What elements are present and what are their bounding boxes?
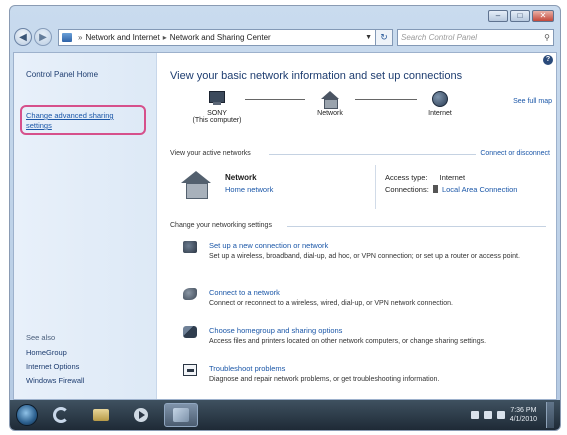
breadcrumb-network-internet[interactable]: Network and Internet — [85, 33, 159, 42]
help-icon[interactable]: ? — [543, 55, 553, 65]
see-also-label: See also — [26, 333, 56, 342]
search-input[interactable]: Search Control Panel ⚲ — [397, 28, 554, 46]
close-button[interactable]: ✕ — [532, 10, 554, 22]
address-dropdown-icon[interactable]: ▼ — [365, 34, 375, 41]
back-button[interactable]: ◀ — [14, 28, 32, 46]
network-tray-icon[interactable] — [483, 411, 492, 419]
network-label: Network — [317, 110, 343, 117]
taskbar-control-panel-button[interactable] — [164, 403, 198, 427]
network-map: SONY (This computer) Network Internet Se… — [187, 91, 552, 151]
task-desc: Set up a wireless, broadband, dial-up, a… — [209, 253, 520, 260]
task-desc: Diagnose and repair network problems, or… — [209, 376, 440, 383]
windows-firewall-link[interactable]: Windows Firewall — [26, 376, 84, 385]
computer-icon — [207, 91, 227, 107]
map-link-line — [245, 99, 305, 100]
folder-icon — [93, 409, 109, 421]
taskbar-ie-button[interactable] — [44, 403, 78, 427]
taskbar: 7:36 PM 4/1/2010 — [10, 400, 560, 430]
globe-icon — [432, 91, 448, 107]
task-desc: Access files and printers located on oth… — [209, 338, 487, 345]
map-node-network[interactable]: Network — [305, 91, 355, 117]
internet-options-link[interactable]: Internet Options — [26, 362, 79, 371]
networking-settings-header: Change your networking settings — [170, 222, 272, 229]
search-placeholder: Search Control Panel — [401, 32, 478, 42]
content-area: Control Panel Home Change advanced shari… — [13, 52, 557, 400]
minimize-button[interactable]: – — [488, 10, 508, 22]
vertical-divider — [375, 165, 376, 209]
connect-disconnect-link[interactable]: Connect or disconnect — [480, 150, 550, 157]
forward-button[interactable]: ▶ — [34, 28, 52, 46]
caption-buttons: – □ ✕ — [488, 10, 554, 22]
internet-label: Internet — [428, 110, 452, 117]
access-type-row: Access type: Internet — [385, 173, 465, 182]
control-panel-icon — [62, 32, 72, 42]
clock-date: 4/1/2010 — [509, 416, 537, 423]
computer-name: SONY — [207, 110, 227, 117]
connections-label: Connections: — [385, 185, 429, 194]
homegroup-icon — [183, 326, 197, 338]
flag-icon[interactable] — [496, 411, 505, 419]
section-divider — [269, 154, 476, 155]
network-house-icon — [179, 171, 213, 199]
connect-network-icon — [183, 288, 197, 300]
volume-icon[interactable] — [470, 411, 479, 419]
network-house-icon — [321, 91, 339, 109]
start-button[interactable] — [16, 404, 38, 426]
local-area-connection-link[interactable]: Local Area Connection — [442, 185, 517, 194]
task-title[interactable]: Set up a new connection or network — [209, 241, 328, 250]
task-title[interactable]: Choose homegroup and sharing options — [209, 326, 342, 335]
section-divider — [287, 226, 546, 227]
clock-time: 7:36 PM — [510, 407, 537, 414]
refresh-icon[interactable]: ↻ — [376, 28, 393, 46]
control-panel-icon — [173, 408, 189, 422]
main-pane: ? View your basic network information an… — [157, 53, 556, 399]
troubleshoot-icon — [183, 364, 197, 376]
clock[interactable]: 7:36 PM 4/1/2010 — [510, 406, 537, 424]
breadcrumb-separator-icon: » — [78, 32, 83, 42]
window: – □ ✕ ◀ ▶ » Network and Internet ▸ Netwo… — [9, 5, 561, 431]
page-title: View your basic network information and … — [170, 70, 463, 82]
map-node-internet[interactable]: Internet — [415, 91, 465, 117]
map-node-computer[interactable]: SONY (This computer) — [187, 91, 247, 124]
task-title[interactable]: Troubleshoot problems — [209, 364, 285, 373]
system-tray: 7:36 PM 4/1/2010 — [470, 402, 560, 428]
show-desktop-button[interactable] — [546, 402, 554, 428]
access-type-value: Internet — [439, 173, 466, 182]
network-name: Network — [225, 173, 257, 182]
address-bar[interactable]: » Network and Internet ▸ Network and Sha… — [58, 28, 376, 46]
internet-explorer-icon — [53, 407, 69, 423]
maximize-button[interactable]: □ — [510, 10, 530, 22]
left-pane: Control Panel Home Change advanced shari… — [14, 53, 157, 399]
new-connection-icon — [183, 241, 197, 253]
taskbar-media-button[interactable] — [124, 403, 158, 427]
computer-sub: (This computer) — [192, 117, 242, 124]
see-full-map-link[interactable]: See full map — [513, 98, 552, 105]
homegroup-link[interactable]: HomeGroup — [26, 348, 67, 357]
network-type-link[interactable]: Home network — [225, 185, 273, 194]
task-title[interactable]: Connect to a network — [209, 288, 280, 297]
active-networks-header: View your active networks — [170, 150, 251, 157]
breadcrumb-sharing-center[interactable]: Network and Sharing Center — [170, 33, 271, 42]
search-icon[interactable]: ⚲ — [544, 33, 550, 42]
local-area-connection-icon — [432, 185, 438, 193]
connections-row: Connections: Local Area Connection — [385, 185, 517, 194]
media-player-icon — [134, 408, 148, 422]
control-panel-home-link[interactable]: Control Panel Home — [26, 70, 98, 79]
task-desc: Connect or reconnect to a wireless, wire… — [209, 300, 453, 307]
access-type-label: Access type: — [385, 173, 428, 182]
taskbar-explorer-button[interactable] — [84, 403, 118, 427]
breadcrumb-separator-icon: ▸ — [162, 32, 167, 42]
advanced-sharing-link[interactable]: Change advanced sharing settings — [26, 111, 136, 131]
address-row: ◀ ▶ » Network and Internet ▸ Network and… — [14, 27, 554, 47]
map-link-line — [355, 99, 417, 100]
